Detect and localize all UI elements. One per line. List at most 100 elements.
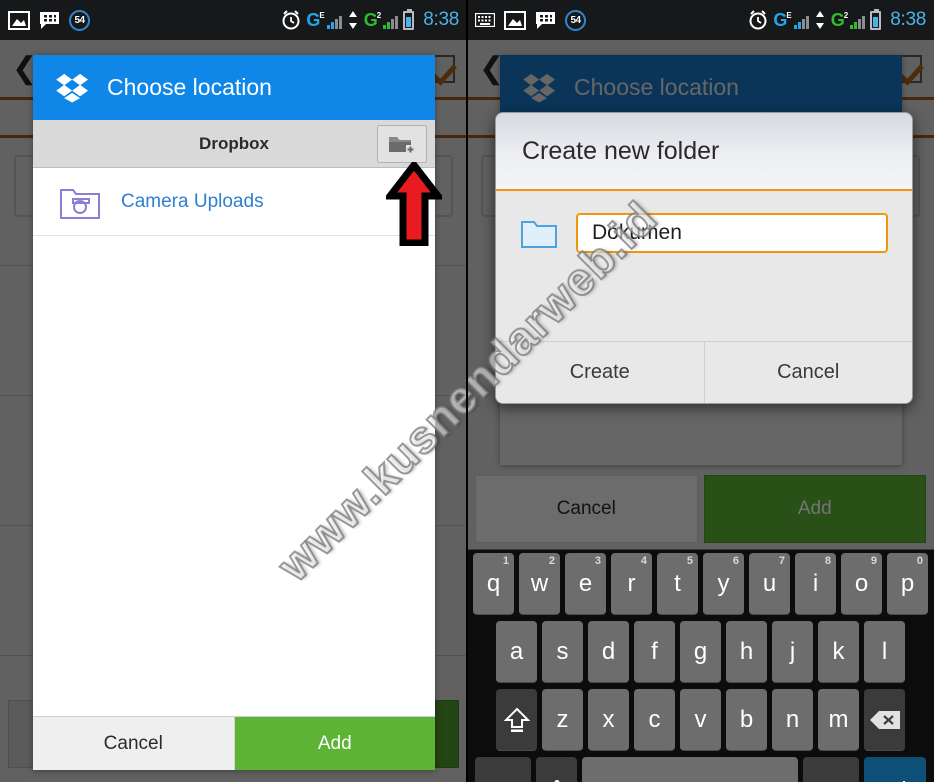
key-l[interactable]: l <box>864 621 905 683</box>
status-bar-right: 54 G E G 2 8:38 <box>467 0 934 40</box>
add-button[interactable]: Add <box>234 717 435 770</box>
choose-location-footer: Cancel Add <box>33 716 435 770</box>
key-h[interactable]: h <box>726 621 767 683</box>
signal-bars-1 <box>793 15 809 29</box>
folder-name-row: Dokumen <box>520 213 888 253</box>
network-type-sup-2: 2 <box>843 11 849 20</box>
alarm-clock-icon <box>282 10 300 30</box>
choose-location-header: Choose location <box>33 55 435 120</box>
key-v[interactable]: v <box>680 689 721 751</box>
key-u[interactable]: 7u <box>749 553 790 615</box>
left-panel: ❮ Send to device Select all Cancel Add <box>0 0 467 782</box>
status-bar-left: 54 G E G 2 8:38 <box>0 0 467 40</box>
network-type-letter-1: G <box>773 10 788 30</box>
battery-icon <box>870 8 882 30</box>
keyboard-row-2: asdfghjkl <box>469 621 932 683</box>
list-item-label: Camera Uploads <box>121 190 264 212</box>
status-bar-left-icons: 54 <box>8 9 90 31</box>
key-r[interactable]: 4r <box>611 553 652 615</box>
create-button[interactable]: Create <box>496 342 705 403</box>
network-type-sup-1: E <box>319 11 325 20</box>
alarm-clock-icon <box>749 10 767 30</box>
bbm-message-icon <box>40 11 59 29</box>
key-c[interactable]: c <box>634 689 675 751</box>
network-type-letter-1: G <box>306 10 321 30</box>
signal-indicator-1: G E <box>306 10 342 30</box>
key-g[interactable]: g <box>680 621 721 683</box>
microphone-key[interactable] <box>536 757 577 782</box>
cancel-button[interactable]: Cancel <box>705 342 913 403</box>
key-z[interactable]: z <box>542 689 583 751</box>
key-number-label: 4 <box>640 555 647 567</box>
folder-list: Camera Uploads <box>33 168 435 236</box>
signal-indicator-2: G 2 <box>364 11 399 29</box>
symbols-key[interactable]: ?123 <box>475 757 531 782</box>
key-x[interactable]: x <box>588 689 629 751</box>
network-type-sup-1: E <box>786 11 792 20</box>
bbm-message-icon <box>536 11 555 29</box>
key-s[interactable]: s <box>542 621 583 683</box>
key-k[interactable]: k <box>818 621 859 683</box>
create-folder-title: Create new folder <box>522 136 720 165</box>
key-w[interactable]: 2w <box>519 553 560 615</box>
list-item[interactable]: Camera Uploads <box>33 168 435 236</box>
enter-key[interactable] <box>864 757 926 782</box>
shift-key[interactable] <box>496 689 537 751</box>
key-number-label: 1 <box>502 555 509 567</box>
keyboard-row-4: ?123 . <box>469 757 932 782</box>
network-type-sup-2: 2 <box>376 11 382 20</box>
key-b[interactable]: b <box>726 689 767 751</box>
key-number-label: 2 <box>548 555 555 567</box>
signal-bars-1 <box>326 15 342 29</box>
key-number-label: 3 <box>594 555 601 567</box>
key-i[interactable]: 8i <box>795 553 836 615</box>
key-m[interactable]: m <box>818 689 859 751</box>
add-button[interactable]: Add <box>703 475 926 543</box>
notification-count-badge: 54 <box>565 9 586 31</box>
key-number-label: 5 <box>686 555 693 567</box>
status-bar-clock: 8:38 <box>423 9 459 30</box>
cancel-button[interactable]: Cancel <box>475 475 698 543</box>
enter-key-icon <box>903 780 905 782</box>
key-number-label: 7 <box>778 555 785 567</box>
signal-bars-2 <box>850 15 866 29</box>
create-folder-body: Dokumen <box>496 191 912 341</box>
new-folder-button[interactable] <box>377 125 427 163</box>
create-folder-footer: Create Cancel <box>496 341 912 403</box>
image-icon <box>8 10 30 30</box>
key-a[interactable]: a <box>496 621 537 683</box>
current-path-label: Dropbox <box>199 133 269 153</box>
cancel-button[interactable]: Cancel <box>33 717 235 770</box>
shift-key-icon <box>503 707 530 732</box>
key-j[interactable]: j <box>772 621 813 683</box>
notification-count-badge: 54 <box>69 9 90 31</box>
choose-location-title: Choose location <box>574 74 739 100</box>
camera-folder-icon <box>60 188 100 219</box>
key-n[interactable]: n <box>772 689 813 751</box>
choose-location-title: Choose location <box>107 74 272 100</box>
key-t[interactable]: 5t <box>657 553 698 615</box>
sim-switch-icon <box>347 10 359 30</box>
key-q[interactable]: 1q <box>473 553 514 615</box>
period-key[interactable]: . <box>803 757 859 782</box>
signal-indicator-2: G 2 <box>831 11 866 29</box>
folder-name-input[interactable]: Dokumen <box>576 213 888 253</box>
key-y[interactable]: 6y <box>703 553 744 615</box>
create-new-folder-dialog: Create new folder Dokumen Create Cancel <box>495 112 913 404</box>
space-key[interactable] <box>582 757 798 782</box>
keyboard-icon <box>475 13 495 27</box>
key-f[interactable]: f <box>634 621 675 683</box>
bottom-actions-right: Cancel Add <box>475 475 926 543</box>
delete-key[interactable] <box>864 689 905 751</box>
key-d[interactable]: d <box>588 621 629 683</box>
microphone-key-icon <box>554 779 559 782</box>
keyboard-row-1: 1q2w3e4r5t6y7u8i9o0p <box>469 553 932 615</box>
key-o[interactable]: 9o <box>841 553 882 615</box>
key-p[interactable]: 0p <box>887 553 928 615</box>
dropbox-logo-icon <box>523 73 555 103</box>
key-e[interactable]: 3e <box>565 553 606 615</box>
status-bar-right-icons: G E G 2 8:38 <box>281 8 459 31</box>
keyboard-row-3: zxcvbnm <box>469 689 932 751</box>
backspace-key-icon <box>869 710 900 729</box>
onscreen-keyboard: 1q2w3e4r5t6y7u8i9o0p asdfghjkl zxcvbnm <box>467 549 934 782</box>
